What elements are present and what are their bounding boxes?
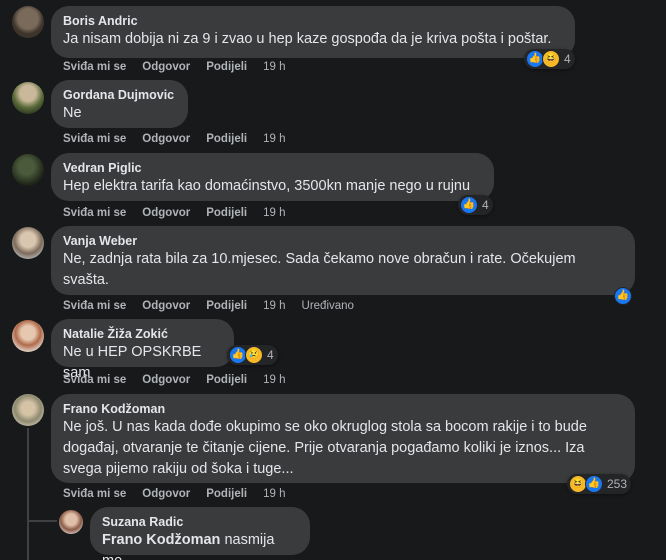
comment-text: Ja nisam dobija ni za 9 i zvao u hep kaz… [63,31,552,47]
like-icon: 👍 [614,287,632,305]
comment-text: Ne [63,105,82,121]
avatar[interactable] [12,394,44,426]
comment-actions: Sviđa mi se Odgovor Podijeli 19 h [63,486,302,502]
comment-text-line: svašta. [63,272,109,288]
avatar[interactable] [12,6,44,38]
timestamp[interactable]: 19 h [263,207,285,219]
comment-author[interactable]: Natalie Žiža Zokić [63,326,222,342]
reaction-count: 253 [607,477,628,491]
comment-author[interactable]: Vanja Weber [63,233,623,249]
avatar[interactable] [12,82,44,114]
comment-actions: Sviđa mi se Odgovor Podijeli 19 h [63,205,302,221]
avatar[interactable] [59,510,83,534]
comment-actions: Sviđa mi se Odgovor Podijeli 19 h Uređiv… [63,298,354,314]
sad-icon: 😢 [245,346,263,364]
comment-author[interactable]: Vedran Piglic [63,160,482,176]
share-button[interactable]: Podijeli [206,207,247,219]
edited-label[interactable]: Uređivano [302,300,354,312]
like-button[interactable]: Sviđa mi se [63,300,126,312]
share-button[interactable]: Podijeli [206,374,247,386]
share-button[interactable]: Podijeli [206,133,247,145]
reaction-summary[interactable]: 👍 😢 4 [227,345,278,365]
reply-button[interactable]: Odgovor [142,133,190,145]
reply-button[interactable]: Odgovor [142,207,190,219]
reply-thread-connector [27,520,57,522]
reply-button[interactable]: Odgovor [142,488,190,500]
comment-author[interactable]: Suzana Radic [102,514,298,530]
reaction-count: 4 [482,198,489,212]
timestamp[interactable]: 19 h [263,488,285,500]
reply-thread-line [27,428,29,560]
comment-bubble: Gordana Dujmovic Ne [51,80,188,128]
reaction-summary[interactable]: 👍 [612,286,634,306]
comment-author[interactable]: Frano Kodžoman [63,401,623,417]
share-button[interactable]: Podijeli [206,61,247,73]
reply-button[interactable]: Odgovor [142,374,190,386]
comment-actions: Sviđa mi se Odgovor Podijeli 19 h [63,372,302,388]
comment-text: Frano Kodžoman nasmija me [102,530,298,560]
share-button[interactable]: Podijeli [206,300,247,312]
timestamp[interactable]: 19 h [263,300,285,312]
reaction-count: 4 [564,52,571,66]
like-button[interactable]: Sviđa mi se [63,133,126,145]
timestamp[interactable]: 19 h [263,61,285,73]
comment-bubble: Natalie Žiža Zokić Ne u HEP OPSKRBE sam [51,319,234,381]
like-button[interactable]: Sviđa mi se [63,207,126,219]
share-button[interactable]: Podijeli [206,488,247,500]
reply-button[interactable]: Odgovor [142,300,190,312]
avatar[interactable] [12,154,44,186]
comment-bubble: Vedran Piglic Hep elektra tarifa kao dom… [51,153,494,201]
reaction-summary[interactable]: 😆 👍 253 [567,474,632,494]
reaction-summary[interactable]: 👍 4 [458,195,493,215]
like-button[interactable]: Sviđa mi se [63,61,126,73]
haha-icon: 😆 [542,50,560,68]
comment-bubble: Vanja Weber Ne, zadnja rata bila za 10.m… [51,226,635,295]
comment-bubble: Boris Andric Ja nisam dobija ni za 9 i z… [51,6,575,58]
comment-author[interactable]: Boris Andric [63,13,563,29]
comment-author[interactable]: Gordana Dujmovic [63,87,176,103]
comment-actions: Sviđa mi se Odgovor Podijeli 19 h [63,59,302,75]
like-icon: 👍 [460,196,478,214]
comment-text: Hep elektra tarifa kao domaćinstvo, 3500… [63,178,471,194]
comment-text-line: Ne još. U nas kada dođe okupimo se oko o… [63,419,587,435]
avatar[interactable] [12,320,44,352]
like-icon: 👍 [585,475,603,493]
reply-button[interactable]: Odgovor [142,61,190,73]
comment-text-line: Ne, zadnja rata bila za 10.mjesec. Sada … [63,251,576,267]
reaction-summary[interactable]: 👍 😆 4 [524,49,575,69]
comment-text-line: događaj, otvaranje te čitanje cijene. Pr… [63,440,585,456]
mention-link[interactable]: Frano Kodžoman [102,532,220,548]
comment-actions: Sviđa mi se Odgovor Podijeli 19 h [63,131,302,147]
avatar[interactable] [12,227,44,259]
reaction-count: 4 [267,348,274,362]
timestamp[interactable]: 19 h [263,374,285,386]
comment-bubble: Frano Kodžoman Ne još. U nas kada dođe o… [51,394,635,483]
comment-text-line: svega pijemo rakiju od šoka i tuge... [63,461,294,477]
comment-bubble: Suzana Radic Frano Kodžoman nasmija me [90,507,310,560]
comments-section: Boris Andric Ja nisam dobija ni za 9 i z… [0,0,666,560]
timestamp[interactable]: 19 h [263,133,285,145]
like-button[interactable]: Sviđa mi se [63,488,126,500]
like-button[interactable]: Sviđa mi se [63,374,126,386]
